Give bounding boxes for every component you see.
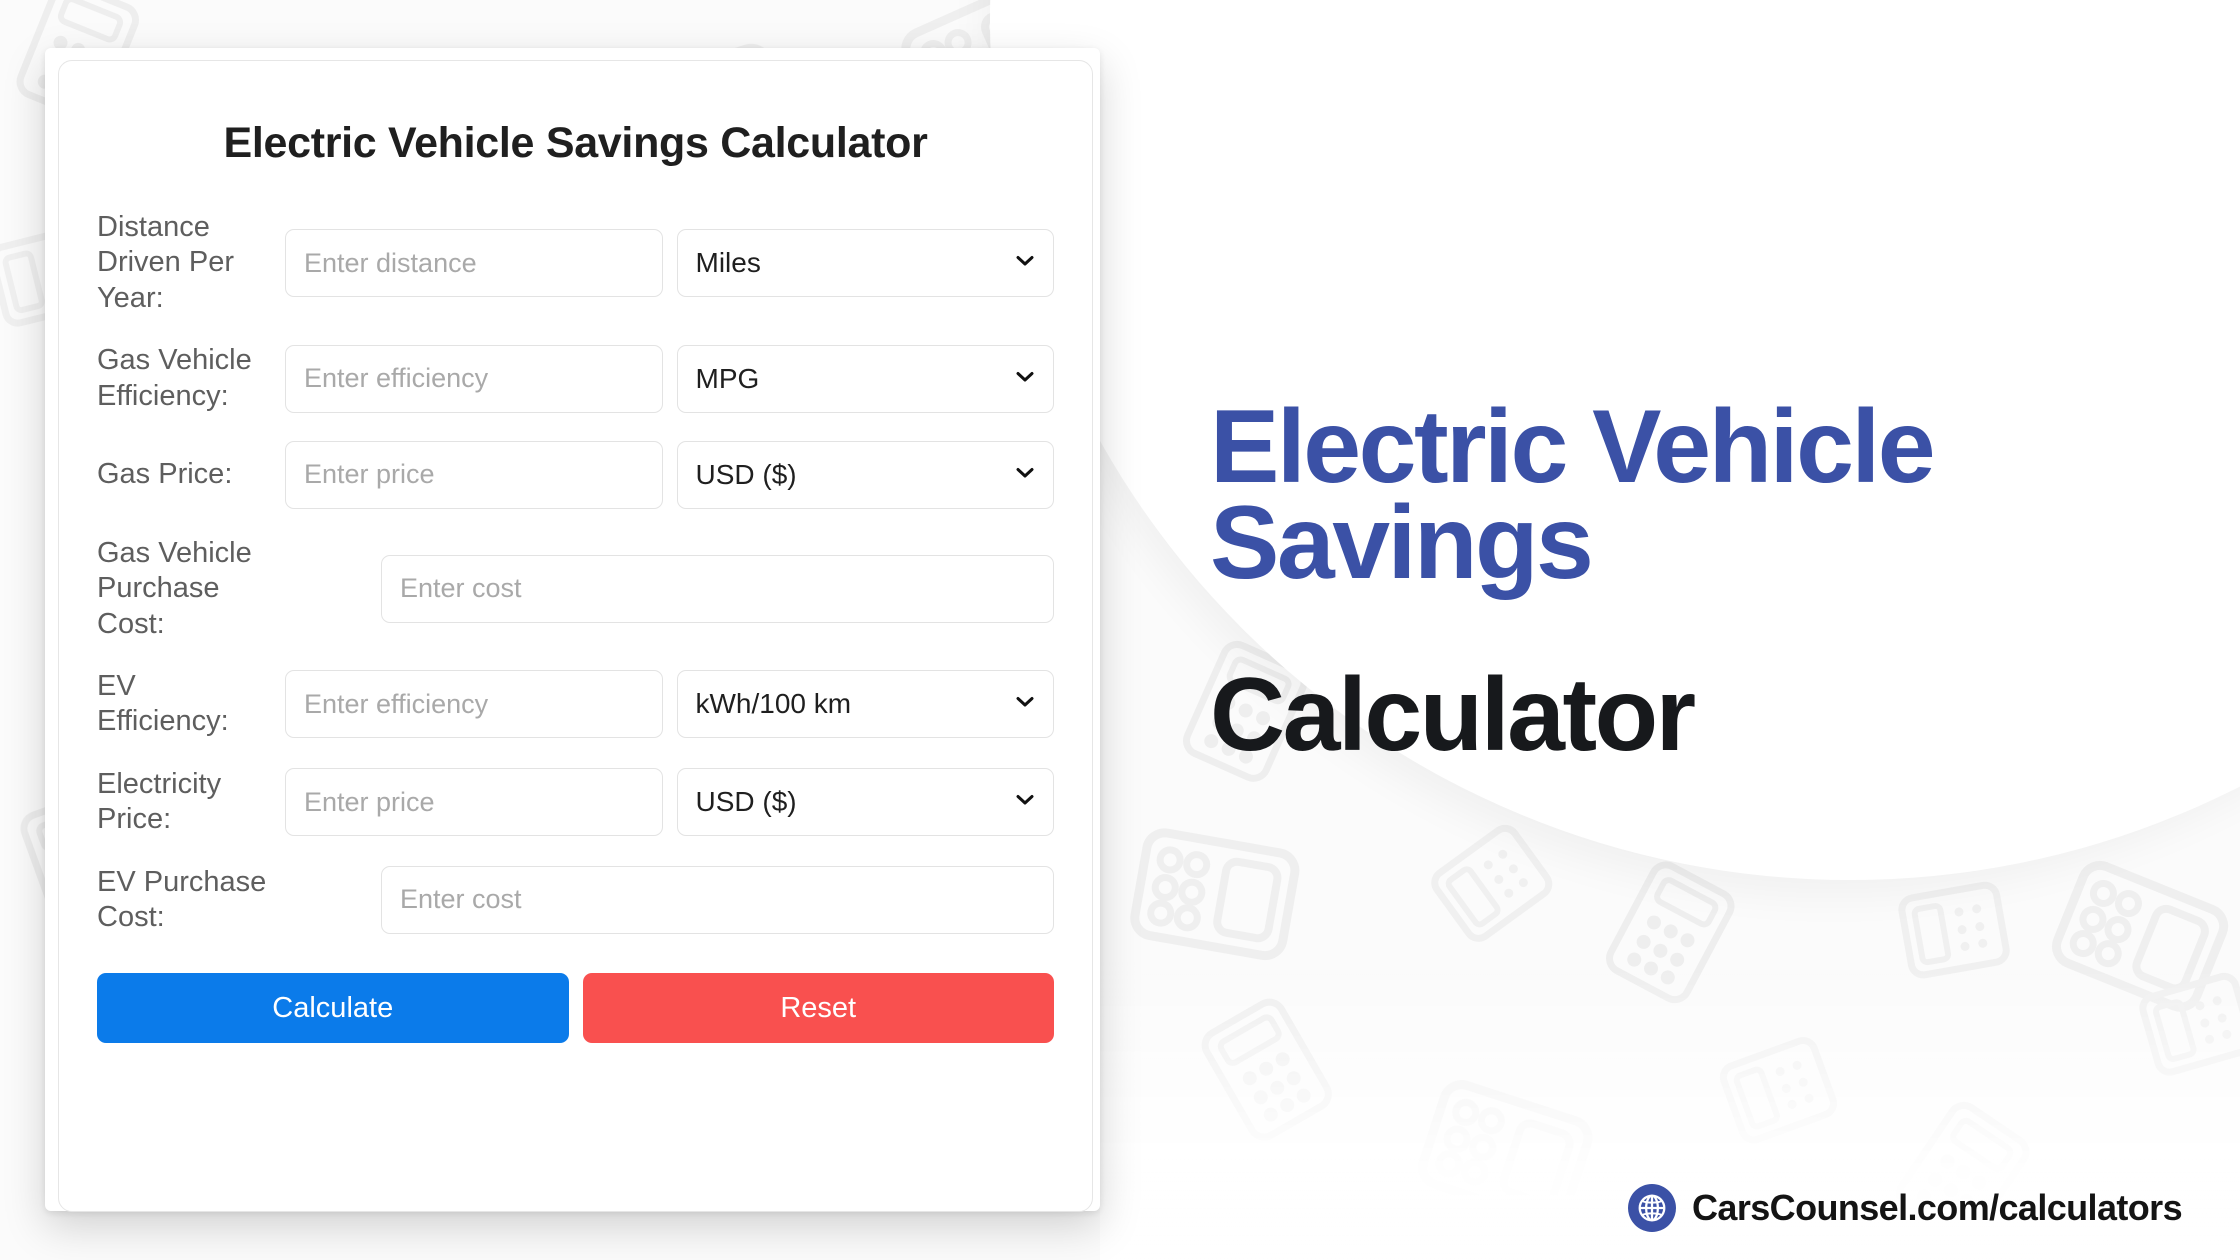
electricity-price-currency-value: USD ($)	[695, 786, 797, 818]
calculator-form: Distance Driven Per Year: Miles Gas Vehi…	[59, 210, 1092, 935]
chevron-down-icon	[1015, 692, 1035, 712]
field-group-ev-efficiency: kWh/100 km	[285, 670, 1054, 739]
action-buttons: Calculate Reset	[59, 973, 1092, 1044]
ev-efficiency-unit-select[interactable]: kWh/100 km	[676, 670, 1054, 739]
form-row-gas-price: Gas Price: USD ($)	[97, 440, 1054, 509]
gas-efficiency-input[interactable]	[285, 344, 663, 413]
form-row-distance: Distance Driven Per Year: Miles	[97, 210, 1054, 316]
page-title: Electric Vehicle Savings Calculator	[223, 119, 928, 167]
electricity-price-input[interactable]	[285, 768, 663, 837]
label-ev-efficiency: EV Efficiency:	[97, 670, 229, 738]
label-distance: Distance Driven Per Year:	[97, 211, 234, 314]
reset-button[interactable]: Reset	[582, 973, 1054, 1044]
hero-line-savings: Savings	[1210, 484, 1594, 601]
distance-input[interactable]	[285, 229, 663, 298]
chevron-down-icon	[1015, 790, 1035, 810]
hero-line-calculator: Calculator	[1210, 657, 1696, 774]
field-group-electricity-price: USD ($)	[285, 768, 1054, 837]
distance-unit-value: Miles	[695, 247, 761, 279]
label-gas-purchase-cost: Gas Vehicle Purchase Cost:	[97, 536, 252, 640]
ev-efficiency-unit-value: kWh/100 km	[695, 688, 852, 720]
form-row-electricity-price: Electricity Price: USD ($)	[97, 767, 1054, 838]
ev-purchase-cost-input[interactable]	[381, 865, 1054, 934]
form-row-ev-purchase-cost: EV Purchase Cost:	[97, 865, 1054, 936]
hero-heading: Electric Vehicle Savings Calculator	[1210, 389, 2190, 774]
gas-price-currency-select[interactable]: USD ($)	[676, 440, 1054, 509]
field-group-gas-price: USD ($)	[285, 440, 1054, 509]
calculate-button[interactable]: Calculate	[97, 973, 569, 1044]
chevron-down-icon	[1015, 463, 1035, 483]
field-group-gas-efficiency: MPG	[285, 344, 1054, 413]
electricity-price-currency-select[interactable]: USD ($)	[676, 768, 1054, 837]
label-ev-purchase-cost: EV Purchase Cost:	[97, 865, 267, 933]
gas-efficiency-unit-select[interactable]: MPG	[676, 344, 1054, 413]
form-row-ev-efficiency: EV Efficiency: kWh/100 km	[97, 669, 1054, 740]
ev-efficiency-input[interactable]	[285, 670, 663, 739]
gas-efficiency-unit-value: MPG	[695, 362, 760, 394]
label-gas-price: Gas Price:	[97, 458, 233, 491]
label-electricity-price: Electricity Price:	[97, 767, 222, 836]
form-row-gas-efficiency: Gas Vehicle Efficiency: MPG	[97, 343, 1054, 414]
field-group-distance: Miles	[285, 229, 1054, 298]
label-gas-efficiency: Gas Vehicle Efficiency:	[97, 344, 252, 412]
globe-icon	[1628, 1184, 1677, 1232]
gas-purchase-cost-input[interactable]	[381, 554, 1054, 623]
distance-unit-select[interactable]: Miles	[676, 229, 1054, 298]
field-group-ev-purchase-cost	[285, 865, 1054, 934]
form-row-gas-purchase-cost: Gas Vehicle Purchase Cost:	[97, 536, 1054, 642]
footer-brand: CarsCounsel.com/calculators	[1628, 1184, 2183, 1232]
gas-price-input[interactable]	[285, 440, 663, 509]
chevron-down-icon	[1015, 251, 1035, 271]
brand-url-text: CarsCounsel.com/calculators	[1692, 1187, 2183, 1228]
field-group-gas-purchase-cost	[285, 554, 1054, 623]
gas-price-currency-value: USD ($)	[695, 458, 797, 490]
hero-line-electric-vehicle: Electric Vehicle	[1210, 389, 1936, 505]
calculator-card: Electric Vehicle Savings Calculator Dist…	[58, 60, 1093, 1212]
chevron-down-icon	[1015, 367, 1035, 387]
